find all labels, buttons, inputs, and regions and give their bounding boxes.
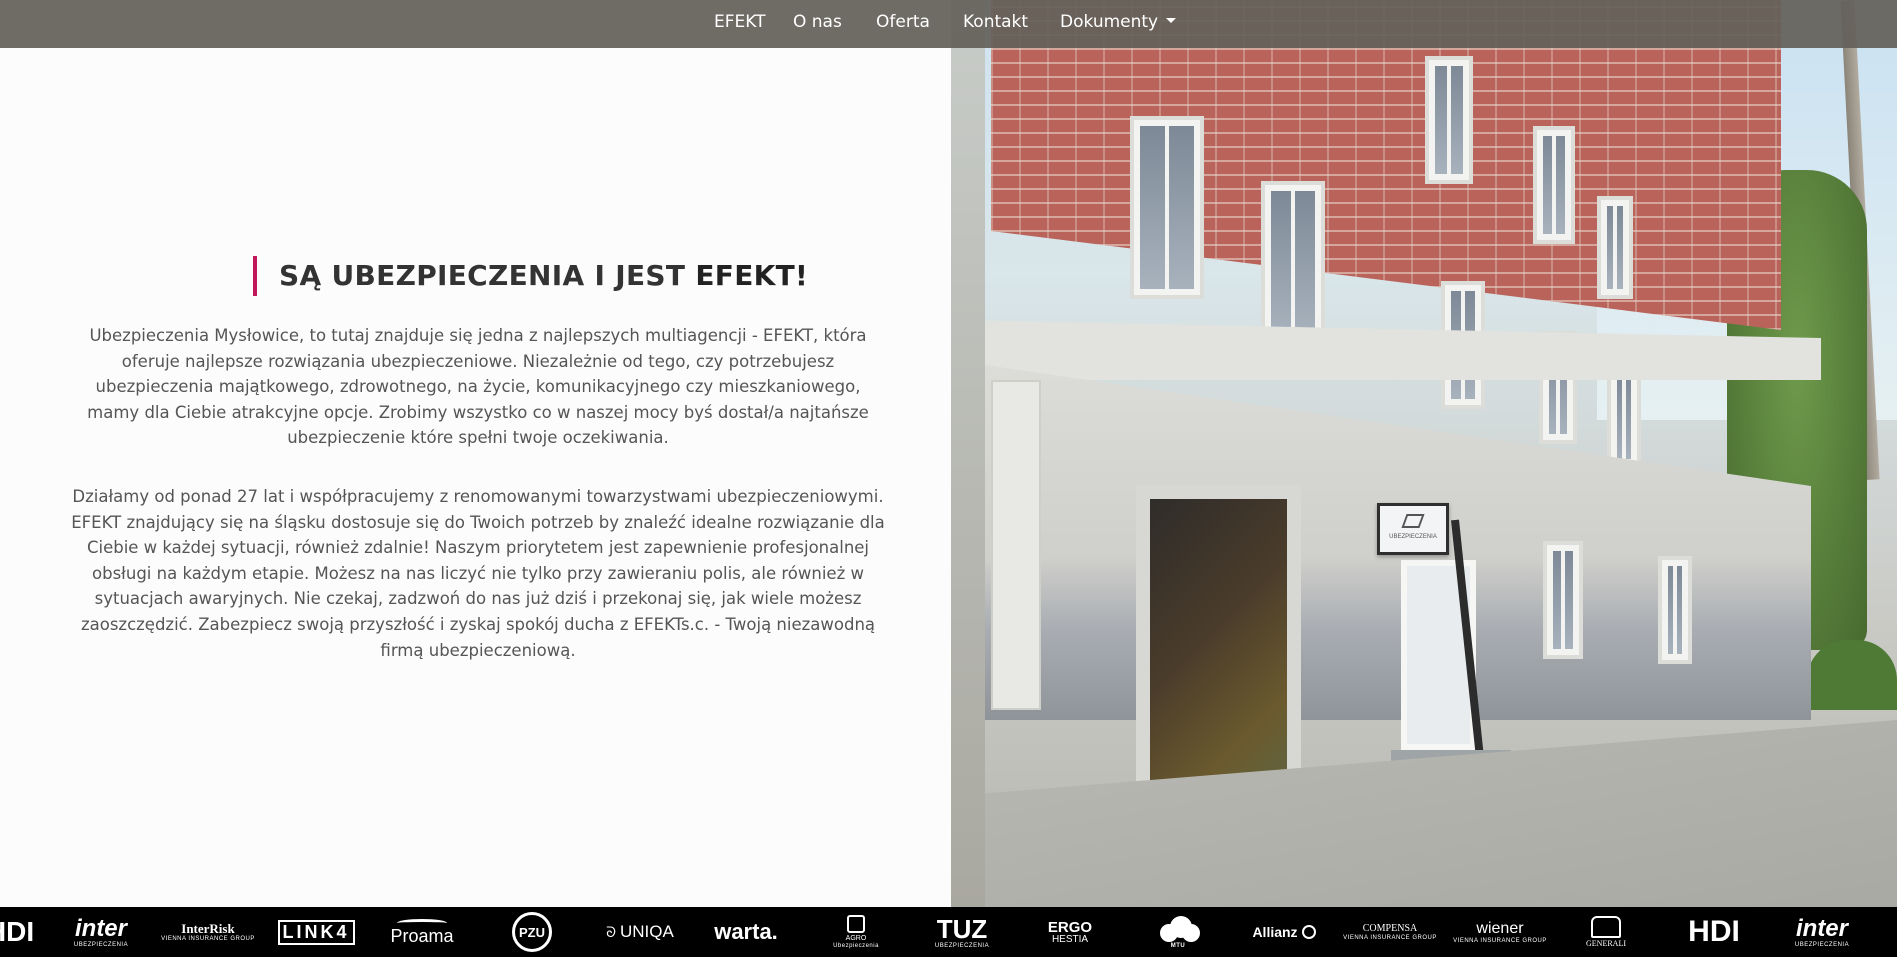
agro-emblem-icon — [846, 915, 865, 933]
partner-logo-warta: warta. — [714, 919, 778, 944]
nav-menu: EFEKT O nas Oferta Kontakt Dokumenty — [0, 0, 1897, 48]
partner-logo-mtu: MTU — [1152, 907, 1204, 957]
photo-pillar — [991, 380, 1041, 710]
photo-bush — [1807, 640, 1897, 710]
hero-heading: SĄ UBEZPIECZENIA I JEST EFEKT! — [253, 256, 808, 296]
caret-down-icon — [1166, 17, 1177, 23]
photo-window — [1611, 370, 1637, 465]
partner-logo-tuz: TUZ UBEZPIECZENIA — [934, 913, 990, 949]
partner-logo-link4: LINK4 — [277, 907, 355, 957]
partner-logo-ergo-hestia: ERGO HESTIA — [1047, 918, 1093, 945]
partner-logo-allianz: Allianz — [1246, 907, 1322, 957]
partner-logo-inter: inter UBEZPIECZENIA — [73, 914, 129, 948]
photo-window — [1601, 200, 1629, 295]
mtu-cloud-icon — [1156, 915, 1200, 942]
partner-logo-compensa: COMPENSA VIENNA INSURANCE GROUP — [1343, 922, 1437, 941]
photo-window — [1537, 130, 1571, 240]
about-paragraph: Działamy od ponad 27 lat i współpracujem… — [71, 487, 885, 660]
about-section — [0, 48, 951, 907]
nav-item-kontakt[interactable]: Kontakt — [963, 12, 1028, 32]
sign-text: UBEZPIECZENIA — [1389, 534, 1437, 540]
photo-brick-facade — [991, 0, 1781, 330]
allianz-eagle-icon — [1301, 925, 1316, 939]
generali-lion-icon — [1591, 916, 1621, 938]
intro-paragraph: Ubezpieczenia Mysłowice, to tutaj znajdu… — [87, 326, 869, 448]
pzu-ring-icon: PZU — [512, 912, 552, 952]
hero-heading-regular: SĄ UBEZPIECZENIA I JEST — [279, 259, 696, 292]
photo-window — [1429, 60, 1469, 180]
nav-dropdown-dokumenty[interactable]: Dokumenty — [1060, 12, 1177, 32]
uniqa-swirl-icon: ᘐ — [606, 923, 616, 940]
partner-logo-generali: GENERALI — [1576, 907, 1636, 957]
partner-logo-hdi: HDI — [0, 916, 35, 947]
photo-left-edge — [951, 0, 985, 907]
photo-window — [1547, 545, 1579, 655]
partners-logo-strip: HDI interUBEZPIECZENIA InterRiskVIENNA I… — [0, 907, 1897, 957]
nav-item-efekt[interactable]: EFEKT — [714, 12, 765, 32]
photo-window — [1265, 185, 1321, 340]
partner-logo-uniqa: ᘐ UNIQA — [606, 922, 674, 941]
nav-item-o-nas[interactable]: O nas — [793, 12, 842, 32]
photo-office-sign: UBEZPIECZENIA — [1377, 503, 1449, 555]
partner-logo-inter: inter UBEZPIECZENIA — [1794, 914, 1850, 948]
office-building-photo: UBEZPIECZENIA — [951, 0, 1897, 907]
photo-window — [1662, 560, 1688, 660]
partner-logo-pzu: PZU — [508, 907, 556, 957]
partner-logo-wiener: wiener VIENNA INSURANCE GROUP — [1453, 919, 1547, 944]
partner-logo-hdi: HDI — [1688, 915, 1740, 948]
nav-item-oferta[interactable]: Oferta — [876, 12, 930, 32]
nav-dropdown-label: Dokumenty — [1060, 12, 1159, 32]
hero-heading-brand: EFEKT! — [695, 259, 809, 292]
partner-logo-proama: Proama — [386, 907, 458, 957]
sign-logo-icon — [1401, 514, 1425, 528]
top-navbar: EFEKT O nas Oferta Kontakt Dokumenty — [0, 0, 1897, 48]
partner-logo-agro: AGRO Ubezpieczenia — [826, 907, 886, 957]
partner-logo-interrisk: InterRisk VIENNA INSURANCE GROUP — [161, 921, 255, 942]
photo-window — [1134, 120, 1200, 295]
